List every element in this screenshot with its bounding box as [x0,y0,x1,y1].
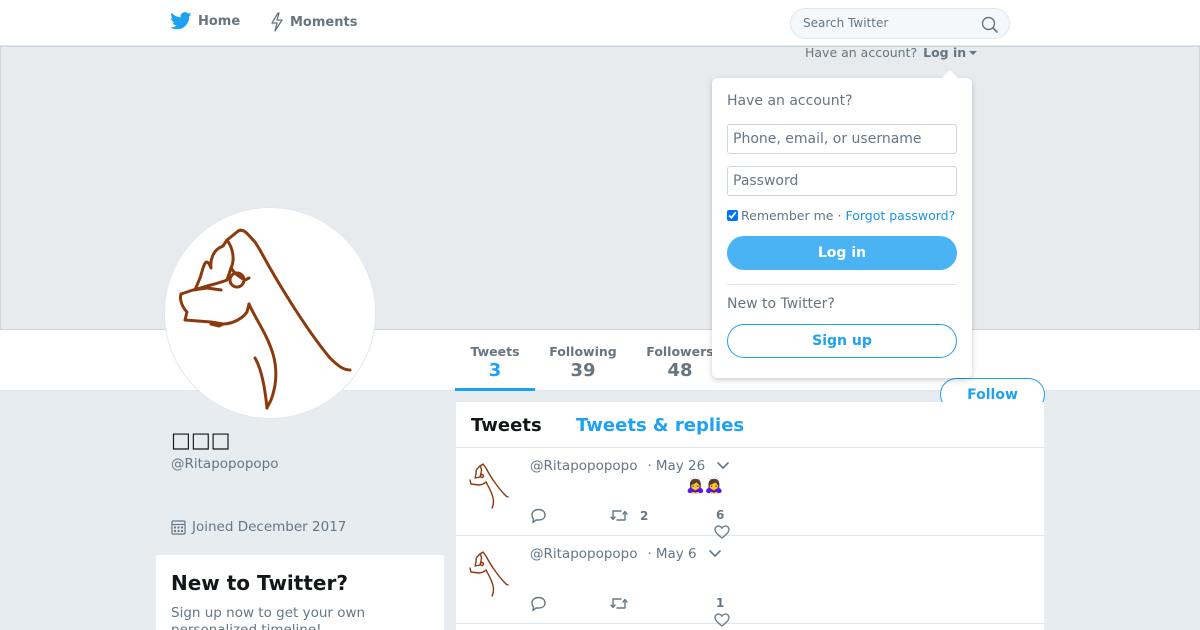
joined-date: Joined December 2017 [171,519,346,535]
remember-me-label[interactable]: Remember me [741,208,833,223]
calendar-icon [171,520,186,535]
stat-followers[interactable]: Followers 48 [645,344,715,381]
caret-down-icon [969,50,978,55]
remember-me-row: Remember me · Forgot password? [727,208,955,223]
nav-home-label: Home [198,13,241,29]
login-dropdown-toggle[interactable]: Log in [923,45,978,60]
remember-separator: · [837,208,842,223]
stat-tweets-label: Tweets [470,344,520,359]
tweet-separator: · [647,458,652,474]
nav-home[interactable]: Home [170,12,240,30]
stat-following[interactable]: Following 39 [545,344,621,381]
top-navigation-bar: Home Moments [0,0,1200,46]
tweet[interactable]: @Ritapopopopo · May 6 1 [456,536,1044,627]
search-icon[interactable] [981,16,998,33]
retweet-button[interactable] [610,596,640,611]
retweet-count: 2 [640,508,649,523]
signup-card-title: New to Twitter? [171,571,348,595]
login-prompt: Have an account? Log in [805,45,978,60]
stat-tweets-value: 3 [488,360,502,381]
nav-moments-label: Moments [290,14,358,30]
login-link-label: Log in [923,45,967,60]
tweet-header: @Ritapopopopo · May 6 [530,546,721,562]
reply-button[interactable] [530,508,547,524]
like-count: 1 [716,596,725,610]
joined-date-label: Joined December 2017 [192,519,347,535]
lightning-bolt-icon [271,12,283,32]
remember-me-checkbox[interactable] [727,210,738,221]
like-count: 6 [716,508,725,522]
stat-followers-label: Followers [646,344,714,359]
profile-avatar[interactable] [164,207,376,419]
tweet-date[interactable]: May 26 [656,458,705,474]
login-prompt-question: Have an account? [805,45,918,60]
heart-icon[interactable] [714,613,730,627]
stat-following-value: 39 [570,360,596,381]
profile-handle[interactable]: @Ritapopopopo [171,456,279,472]
signup-card-text: Sign up now to get your own personalized… [171,605,366,630]
tweet-handle[interactable]: @Ritapopopopo [530,546,638,562]
reply-icon [531,508,546,524]
tweet-avatar[interactable] [468,460,514,512]
timeline: Tweets Tweets & replies @Ritapopopopo · … [456,402,1044,630]
retweet-button[interactable]: 2 [610,508,648,523]
tab-tweets-and-replies[interactable]: Tweets & replies [576,415,744,436]
tweet-text: 🙇‍♀️🙇‍♀️ [686,476,724,494]
login-dropdown-title: Have an account? [727,93,853,109]
search-input[interactable] [803,16,973,30]
login-button[interactable]: Log in [727,236,957,270]
tweet-avatar[interactable] [468,548,514,600]
tweet-handle[interactable]: @Ritapopopopo [530,458,638,474]
like-count-label: 6 [716,508,724,522]
chevron-down-icon[interactable] [717,462,730,470]
stat-tweets[interactable]: Tweets 3 [455,344,535,381]
active-stat-underline [455,388,535,391]
like-count-label: 1 [716,596,724,610]
signup-button[interactable]: Sign up [727,324,957,358]
tweet-date[interactable]: May 6 [656,546,697,562]
tweet-header: @Ritapopopopo · May 26 [530,458,730,474]
retweet-icon [610,510,628,521]
password-field[interactable] [727,166,957,196]
search-box [790,8,1010,39]
tweet-actions: 1 [530,596,830,627]
username-field[interactable] [727,124,957,154]
reply-icon [531,596,546,612]
new-to-twitter-label: New to Twitter? [727,296,835,312]
tweet-separator: · [647,546,652,562]
divider [727,284,957,285]
tab-tweets[interactable]: Tweets [471,415,542,436]
tweet[interactable]: @Ritapopopopo · May 26 🙇‍♀️🙇‍♀️ [456,448,1044,539]
timeline-tabs: Tweets Tweets & replies [456,402,1044,448]
signup-card: New to Twitter? Sign up now to get your … [156,555,444,630]
reply-button[interactable] [530,596,547,612]
retweet-icon [610,598,628,609]
login-dropdown: Have an account? Remember me · Forgot pa… [712,70,972,378]
stat-followers-value: 48 [667,360,693,381]
dog-drawing-avatar-image [179,228,352,410]
tweet-actions: 2 6 [530,508,830,539]
profile-name: □□□ [171,428,231,452]
twitter-bird-icon [170,12,192,30]
chevron-down-icon[interactable] [708,550,721,558]
forgot-password-link[interactable]: Forgot password? [845,208,955,223]
stat-following-label: Following [549,344,617,359]
nav-moments[interactable]: Moments [270,12,357,32]
